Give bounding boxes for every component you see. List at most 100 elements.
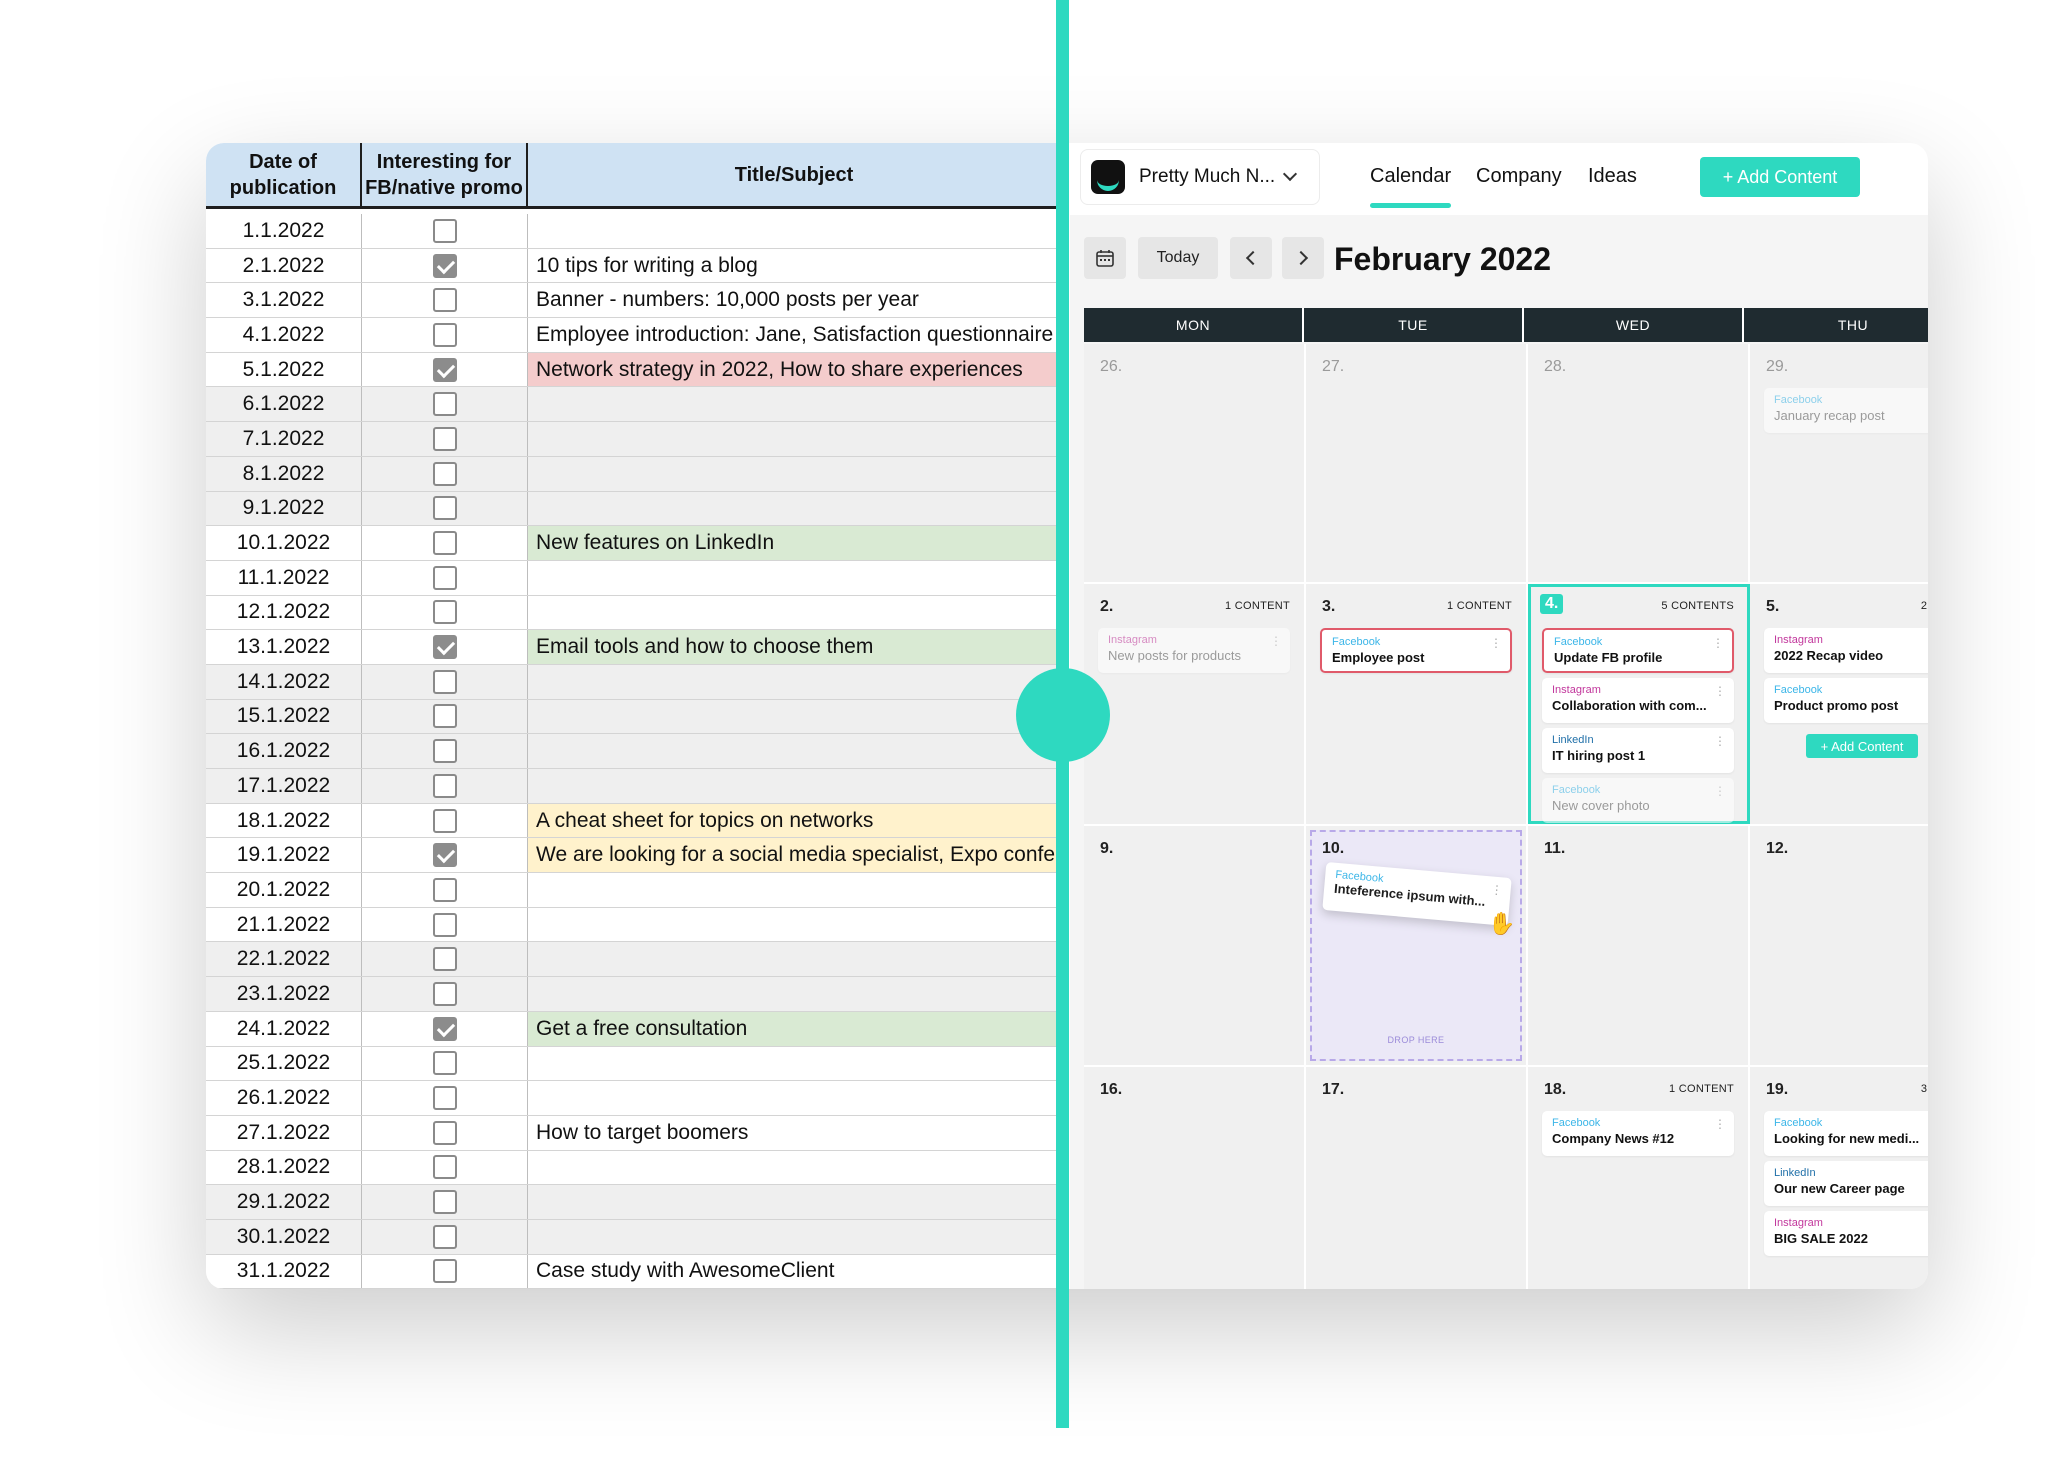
date-cell[interactable]: 17.1.2022 [206, 769, 362, 803]
promo-cell[interactable] [362, 873, 528, 907]
date-cell[interactable]: 12.1.2022 [206, 595, 362, 630]
promo-cell[interactable] [362, 526, 528, 560]
date-cell[interactable]: 7.1.2022 [206, 422, 362, 456]
date-cell[interactable]: 28.1.2022 [206, 1150, 362, 1185]
more-options-icon[interactable]: ⋮ [1714, 1117, 1726, 1131]
calendar-day-cell[interactable]: 2. 1 CONTENT Instagram New posts for produc… [1084, 584, 1306, 824]
title-cell[interactable] [528, 1081, 1060, 1115]
promo-checkbox[interactable] [432, 218, 457, 243]
date-cell[interactable]: 11.1.2022 [206, 560, 362, 595]
date-cell[interactable]: 16.1.2022 [206, 734, 362, 768]
date-cell[interactable]: 25.1.2022 [206, 1046, 362, 1081]
date-cell[interactable]: 6.1.2022 [206, 387, 362, 422]
date-cell[interactable]: 21.1.2022 [206, 907, 362, 942]
title-cell[interactable]: Email tools and how to choose them [528, 630, 1060, 664]
promo-cell[interactable] [362, 422, 528, 456]
title-cell[interactable]: Network strategy in 2022, How to share e… [528, 352, 1060, 387]
promo-checkbox[interactable] [432, 357, 457, 382]
promo-checkbox[interactable] [432, 1120, 457, 1145]
promo-checkbox[interactable] [432, 843, 457, 868]
promo-checkbox[interactable] [432, 565, 457, 590]
promo-checkbox[interactable] [432, 1190, 457, 1215]
prev-month-button[interactable] [1230, 237, 1272, 279]
title-cell[interactable] [528, 942, 1060, 976]
date-cell[interactable]: 27.1.2022 [206, 1115, 362, 1150]
calendar-day-cell[interactable]: 18. 1 CONTENT Facebook Company News #12 ⋮ [1528, 1067, 1750, 1289]
promo-cell[interactable] [362, 1254, 528, 1289]
post-card[interactable]: Facebook New cover photo ⋮ [1542, 778, 1734, 823]
title-cell[interactable] [528, 596, 1060, 630]
calendar-day-cell[interactable]: 4. 5 CONTENTS Facebook Update FB profile ⋮ In… [1528, 584, 1750, 824]
title-cell[interactable] [528, 1185, 1060, 1219]
more-options-icon[interactable]: ⋮ [1712, 636, 1724, 650]
promo-cell[interactable] [362, 491, 528, 526]
add-content-button[interactable]: + Add Content [1700, 157, 1860, 197]
title-cell[interactable] [528, 422, 1060, 456]
promo-checkbox[interactable] [432, 877, 457, 902]
promo-checkbox[interactable] [432, 426, 457, 451]
title-cell[interactable] [528, 214, 1060, 248]
promo-cell[interactable] [362, 1150, 528, 1185]
promo-cell[interactable] [362, 1046, 528, 1081]
post-card[interactable]: InstagramBIG SALE 2022⋮ [1764, 1211, 1928, 1256]
promo-checkbox[interactable] [432, 1259, 457, 1284]
promo-cell[interactable] [362, 1185, 528, 1219]
post-card[interactable]: FacebookJanuary recap post⋮ [1764, 388, 1928, 433]
promo-checkbox[interactable] [432, 600, 457, 625]
title-cell[interactable]: Banner - numbers: 10,000 posts per year [528, 283, 1060, 317]
promo-cell[interactable] [362, 977, 528, 1011]
calendar-day-cell[interactable]: 27. [1306, 344, 1528, 582]
date-cell[interactable]: 22.1.2022 [206, 942, 362, 977]
promo-cell[interactable] [362, 248, 528, 283]
calendar-day-cell[interactable]: 29.1 CFacebookJanuary recap post⋮ [1750, 344, 1928, 582]
date-cell[interactable]: 23.1.2022 [206, 977, 362, 1011]
more-options-icon[interactable]: ⋮ [1490, 882, 1503, 897]
promo-checkbox[interactable] [432, 392, 457, 417]
company-switcher[interactable]: Pretty Much N... [1080, 149, 1320, 205]
post-card[interactable]: Facebook Company News #12 ⋮ [1542, 1111, 1734, 1156]
date-cell[interactable]: 15.1.2022 [206, 699, 362, 734]
post-card[interactable]: Facebook Update FB profile ⋮ [1542, 628, 1734, 673]
date-cell[interactable]: 19.1.2022 [206, 838, 362, 873]
date-cell[interactable]: 24.1.2022 [206, 1011, 362, 1046]
date-cell[interactable]: 8.1.2022 [206, 456, 362, 491]
promo-checkbox[interactable] [432, 531, 457, 556]
calendar-day-cell[interactable]: DROP HERE 10. Facebook Inteference ipsum wi… [1306, 826, 1528, 1065]
calendar-day-cell[interactable]: 17. [1306, 1067, 1528, 1289]
post-card[interactable]: LinkedInOur new Career page⋮ [1764, 1161, 1928, 1206]
date-cell[interactable]: 20.1.2022 [206, 873, 362, 907]
tab-company[interactable]: Company [1476, 165, 1562, 188]
promo-cell[interactable] [362, 838, 528, 873]
title-cell[interactable]: Employee introduction: Jane, Satisfactio… [528, 318, 1060, 352]
next-month-button[interactable] [1282, 237, 1324, 279]
promo-checkbox[interactable] [432, 1155, 457, 1180]
title-cell[interactable]: 10 tips for writing a blog [528, 249, 1060, 283]
title-cell[interactable] [528, 492, 1060, 526]
promo-cell[interactable] [362, 907, 528, 942]
promo-cell[interactable] [362, 1115, 528, 1150]
promo-checkbox[interactable] [432, 739, 457, 764]
calendar-day-cell[interactable]: 16. [1084, 1067, 1306, 1289]
calendar-day-cell[interactable]: 9. [1084, 826, 1306, 1065]
post-card[interactable]: Instagram Collaboration with com... ⋮ [1542, 678, 1734, 723]
date-cell[interactable]: 10.1.2022 [206, 526, 362, 560]
promo-cell[interactable] [362, 942, 528, 977]
more-options-icon[interactable]: ⋮ [1714, 784, 1726, 798]
more-options-icon[interactable]: ⋮ [1270, 634, 1282, 648]
promo-cell[interactable] [362, 1081, 528, 1115]
calendar-picker-button[interactable] [1084, 237, 1126, 279]
promo-cell[interactable] [362, 1011, 528, 1046]
title-cell[interactable] [528, 873, 1060, 907]
promo-checkbox[interactable] [432, 1086, 457, 1111]
promo-checkbox[interactable] [432, 322, 457, 347]
promo-cell[interactable] [362, 595, 528, 630]
add-content-mini-button[interactable]: + Add Content [1806, 734, 1918, 758]
promo-checkbox[interactable] [432, 912, 457, 937]
promo-cell[interactable] [362, 318, 528, 352]
date-cell[interactable]: 3.1.2022 [206, 283, 362, 318]
promo-checkbox[interactable] [432, 496, 457, 521]
calendar-day-cell[interactable]: 5.2 CONInstagram2022 Recap video⋮Faceboo… [1750, 584, 1928, 824]
today-button[interactable]: Today [1138, 237, 1218, 279]
date-cell[interactable]: 26.1.2022 [206, 1081, 362, 1115]
title-cell[interactable]: How to target boomers [528, 1116, 1060, 1150]
